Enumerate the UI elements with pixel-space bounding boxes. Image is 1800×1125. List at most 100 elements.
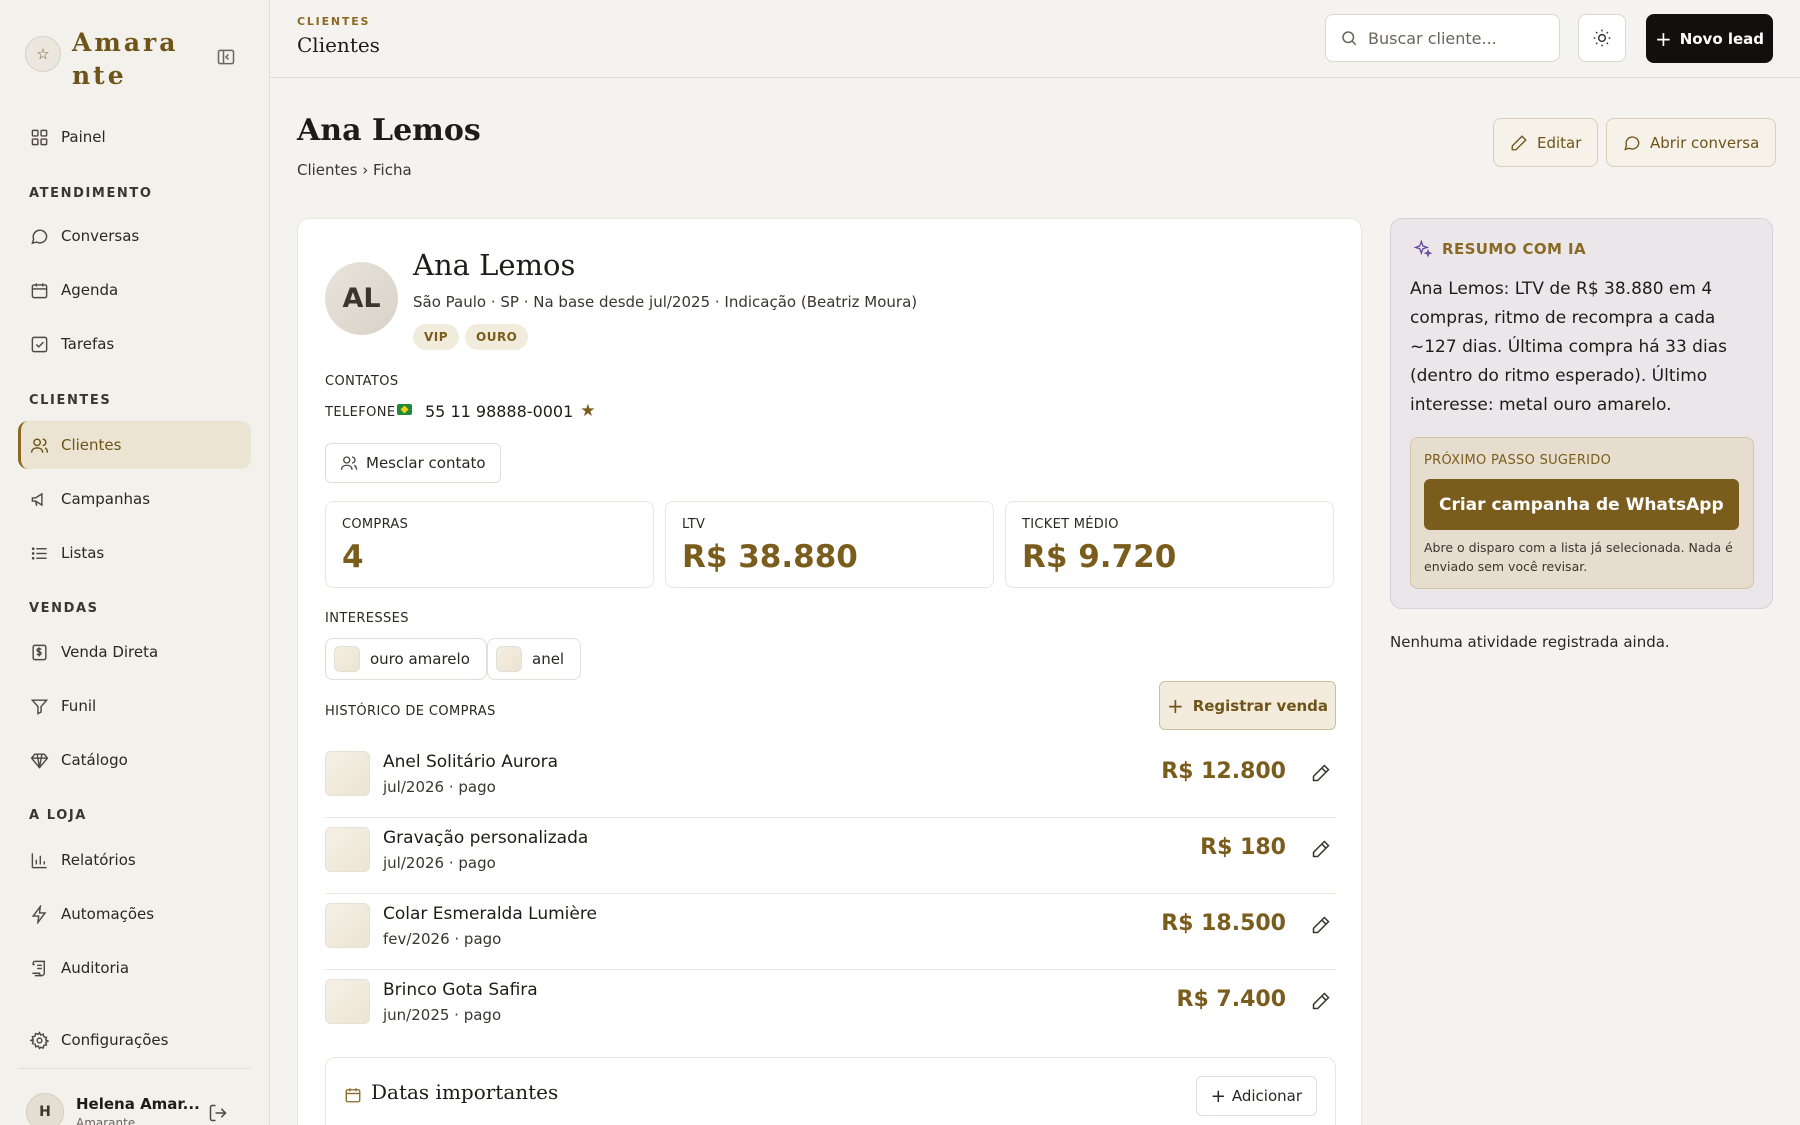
collapse-sidebar-icon[interactable] <box>213 44 239 70</box>
open-chat-button[interactable]: Abrir conversa <box>1606 118 1777 167</box>
sidebar-item-funil[interactable]: Funil <box>18 682 251 730</box>
tag-ouro: OURO <box>465 324 529 350</box>
interests-label: INTERESSES <box>325 611 409 626</box>
user-company: Amarante <box>76 1116 136 1125</box>
client-card: AL Ana Lemos São Paulo · SP · Na base de… <box>297 218 1362 1125</box>
sidebar-item-relatorios[interactable]: Relatórios <box>18 836 251 884</box>
important-dates-card: Datas importantes + Adicionar <box>325 1057 1336 1125</box>
interest-label: anel <box>532 650 565 668</box>
megaphone-icon <box>29 489 49 509</box>
register-sale-button[interactable]: + Registrar venda <box>1159 681 1336 730</box>
interest-chip[interactable]: ouro amarelo <box>325 638 487 680</box>
sparkles-icon <box>1413 239 1433 259</box>
search-input[interactable] <box>1368 28 1548 48</box>
client-name: Ana Lemos <box>413 248 576 282</box>
stat-label: LTV <box>682 517 706 532</box>
purchase-row[interactable]: Gravação personalizada jul/2026 · pago R… <box>325 818 1336 894</box>
pencil-icon[interactable] <box>1311 915 1333 937</box>
sidebar-item-listas[interactable]: Listas <box>18 529 251 577</box>
pencil-icon <box>1510 134 1528 152</box>
sidebar-item-campanhas[interactable]: Campanhas <box>18 475 251 523</box>
sidebar-item-label: Relatórios <box>61 851 136 869</box>
next-step-label: PRÓXIMO PASSO SUGERIDO <box>1424 453 1612 468</box>
sidebar-item-clientes[interactable]: Clientes <box>18 421 251 469</box>
list-icon <box>29 543 49 563</box>
calendar-icon <box>29 280 49 300</box>
purchase-price: R$ 7.400 <box>1176 987 1287 1012</box>
purchase-row[interactable]: Brinco Gota Safira jun/2025 · pago R$ 7.… <box>325 970 1336 1046</box>
sidebar-item-agenda[interactable]: Agenda <box>18 266 251 314</box>
user-name: Helena Amar... <box>76 1095 200 1113</box>
brand-name: Amarante <box>72 28 179 90</box>
interest-chip[interactable]: anel <box>487 638 582 680</box>
sidebar-item-label: Tarefas <box>61 335 115 353</box>
sidebar-item-label: Catálogo <box>61 751 128 769</box>
avatar[interactable]: H <box>26 1093 64 1125</box>
sidebar-item-auditoria[interactable]: Auditoria <box>18 944 251 992</box>
phone-number[interactable]: 55 11 98888-0001 ★ <box>425 401 596 421</box>
sidebar-item-catalogo[interactable]: Catálogo <box>18 736 251 784</box>
logout-icon[interactable] <box>208 1103 230 1125</box>
interest-label: ouro amarelo <box>370 650 470 668</box>
sidebar: ☆ Amarante Painel ATENDIMENTO Conversas … <box>0 0 270 1125</box>
bolt-icon <box>29 904 49 924</box>
stat-value: R$ 9.720 <box>1022 539 1177 575</box>
search-box[interactable] <box>1325 14 1560 62</box>
product-name: Brinco Gota Safira <box>383 980 538 1000</box>
edit-button[interactable]: Editar <box>1493 118 1599 167</box>
client-meta: São Paulo · SP · Na base desde jul/2025 … <box>413 293 918 311</box>
merge-contact-button[interactable]: Mesclar contato <box>325 443 501 483</box>
theme-toggle-button[interactable] <box>1578 14 1626 62</box>
purchase-row[interactable]: Anel Solitário Aurora jul/2026 · pago R$… <box>325 742 1336 818</box>
product-thumbnail <box>325 903 370 948</box>
purchase-date-status: fev/2026 · pago <box>383 930 502 948</box>
sun-icon <box>1592 28 1612 48</box>
pencil-icon[interactable] <box>1311 763 1333 785</box>
sidebar-item-conversas[interactable]: Conversas <box>18 212 251 260</box>
plus-icon: + <box>1210 1085 1226 1107</box>
product-name: Anel Solitário Aurora <box>383 752 559 772</box>
purchase-date-status: jun/2025 · pago <box>383 1006 502 1024</box>
sidebar-item-label: Automações <box>61 905 155 923</box>
sidebar-item-label: Painel <box>61 128 106 146</box>
contacts-label: CONTATOS <box>325 374 399 389</box>
sidebar-item-label: Configurações <box>61 1031 169 1049</box>
pencil-icon[interactable] <box>1311 991 1333 1013</box>
sidebar-item-tarefas[interactable]: Tarefas <box>18 320 251 368</box>
product-thumbnail <box>325 751 370 796</box>
pencil-icon[interactable] <box>1311 839 1333 861</box>
chat-icon <box>1623 134 1641 152</box>
activity-empty-state: Nenhuma atividade registrada ainda. <box>1390 633 1670 651</box>
sidebar-item-automacoes[interactable]: Automações <box>18 890 251 938</box>
sidebar-item-painel[interactable]: Painel <box>18 113 251 161</box>
stat-compras: COMPRAS 4 <box>325 501 654 588</box>
page-title: Ana Lemos <box>297 113 481 148</box>
grid-icon <box>29 127 49 147</box>
purchase-price: R$ 180 <box>1200 835 1286 860</box>
sidebar-item-label: Clientes <box>61 436 122 454</box>
create-whatsapp-campaign-button[interactable]: Criar campanha de WhatsApp <box>1424 479 1739 530</box>
brand[interactable]: ☆ Amarante <box>25 26 245 90</box>
sidebar-item-label: Agenda <box>61 281 119 299</box>
ai-summary-card: RESUMO COM IA Ana Lemos: LTV de R$ 38.88… <box>1390 218 1773 609</box>
product-name: Gravação personalizada <box>383 828 589 848</box>
purchase-date-status: jul/2026 · pago <box>383 778 496 796</box>
funnel-icon <box>29 696 49 716</box>
breadcrumb[interactable]: Clientes › Ficha <box>297 161 412 179</box>
new-lead-button[interactable]: + Novo lead <box>1646 14 1773 63</box>
purchase-row[interactable]: Colar Esmeralda Lumière fev/2026 · pago … <box>325 894 1336 970</box>
sidebar-item-configuracoes[interactable]: Configurações <box>18 1016 251 1064</box>
sidebar-item-label: Campanhas <box>61 490 151 508</box>
product-name: Colar Esmeralda Lumière <box>383 904 597 924</box>
brazil-flag-icon <box>397 404 412 415</box>
star-filled-icon: ★ <box>580 401 596 421</box>
important-dates-title: Datas importantes <box>371 1080 559 1104</box>
add-date-button[interactable]: + Adicionar <box>1195 1076 1317 1116</box>
stat-ltv: LTV R$ 38.880 <box>665 501 994 588</box>
tag-vip: VIP <box>413 324 460 350</box>
receipt-icon <box>29 642 49 662</box>
topbar-title: Clientes <box>297 33 380 57</box>
checkbox-icon <box>29 334 49 354</box>
sidebar-item-venda-direta[interactable]: Venda Direta <box>18 628 251 676</box>
section-clientes: CLIENTES <box>29 393 112 408</box>
